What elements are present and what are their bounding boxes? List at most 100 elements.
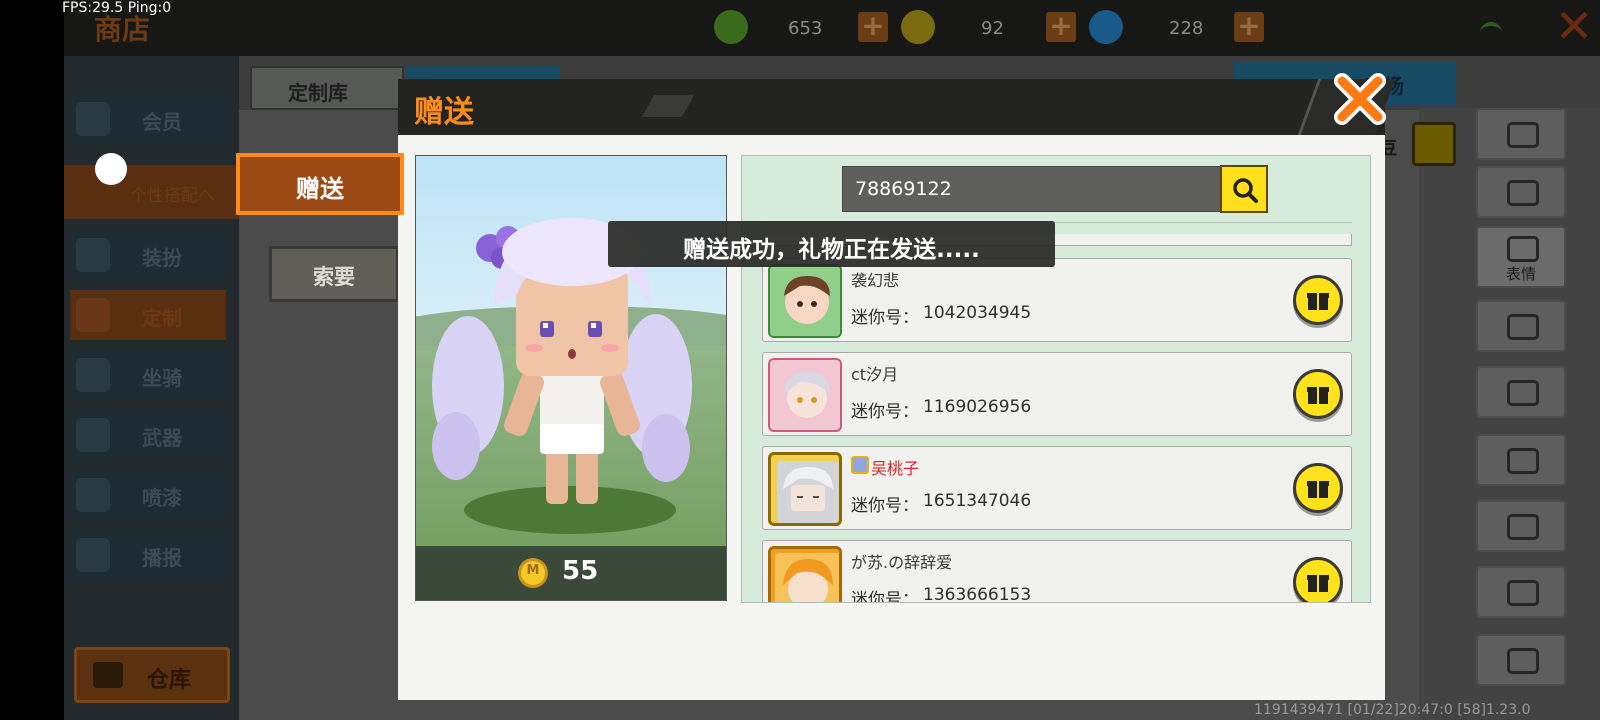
- vip-badge-icon: [851, 456, 869, 474]
- tab-custom-library[interactable]: 定制库: [250, 66, 404, 110]
- costume-icon: [76, 238, 110, 272]
- gloves-icon: [1507, 448, 1539, 474]
- top-bar: 商店 653 + 92 + 228 + ✕: [64, 0, 1600, 56]
- avatar-image: [775, 553, 839, 602]
- sidebar-item-label: 装扮: [142, 246, 182, 270]
- friend-id-label: 迷你号：: [851, 590, 919, 603]
- header-decoration: [641, 95, 695, 117]
- sidebar-item-weapon[interactable]: 武器: [70, 410, 226, 460]
- tab-gift[interactable]: 赠送: [236, 153, 404, 215]
- category-shoes[interactable]: [1476, 566, 1566, 618]
- search-icon: [1233, 178, 1258, 203]
- dialog-header: 赠送: [398, 79, 1396, 135]
- sidebar-item-custom[interactable]: 定制: [70, 290, 226, 340]
- vip-icon: [76, 102, 110, 136]
- shirt-icon: [1507, 380, 1539, 406]
- bean-search-button[interactable]: [1412, 122, 1456, 166]
- sidebar-item-outfit[interactable]: 个性搭配へ: [64, 165, 239, 219]
- add-currency-button[interactable]: +: [1234, 12, 1264, 42]
- item-price: 55: [562, 556, 599, 586]
- send-gift-button[interactable]: [1293, 369, 1343, 419]
- friend-name: 吴桃子: [871, 459, 920, 478]
- avatar-image: [770, 266, 840, 336]
- friend-id-label: 迷你号：: [851, 308, 919, 328]
- sidebar-item-spray[interactable]: 喷漆: [70, 470, 226, 520]
- backpack-icon: [1507, 648, 1539, 674]
- mask-icon: [1507, 314, 1539, 340]
- sidebar-item-label: 喷漆: [142, 486, 182, 510]
- broadcast-icon: [76, 538, 110, 572]
- warehouse-button[interactable]: 仓库: [74, 647, 230, 703]
- toast-message: 赠送成功，礼物正在发送.....: [683, 237, 980, 263]
- wifi-icon: [1480, 22, 1502, 40]
- sidebar-item-label: 坐骑: [142, 366, 182, 390]
- send-gift-button[interactable]: [1293, 463, 1343, 513]
- dialog-close-button[interactable]: [1332, 71, 1388, 127]
- sidebar-item-costume[interactable]: 装扮: [70, 230, 226, 280]
- hair-icon: [1507, 122, 1539, 148]
- friend-avatar: [768, 264, 842, 338]
- gift-icon: [1307, 387, 1329, 404]
- currency-value: 228: [1169, 18, 1204, 39]
- friend-id: 1169026956: [923, 397, 1032, 417]
- custom-icon: [76, 298, 110, 332]
- tab-label: 定制库: [288, 81, 348, 105]
- send-gift-button[interactable]: [1293, 275, 1343, 325]
- search-button[interactable]: [1220, 165, 1268, 213]
- weapon-icon: [76, 418, 110, 452]
- success-toast: 赠送成功，礼物正在发送.....: [608, 221, 1055, 267]
- price-bar: 55: [416, 546, 726, 600]
- category-shirt[interactable]: [1476, 366, 1566, 418]
- mini-coin-icon: [518, 558, 548, 588]
- friend-avatar: [768, 358, 842, 432]
- avatar-image: [770, 360, 840, 430]
- friend-row[interactable]: ct汐月 迷你号： 1169026956: [762, 352, 1352, 436]
- friend-id: 1042034945: [923, 303, 1032, 323]
- avatar-image: [777, 461, 839, 523]
- friend-avatar: [768, 452, 842, 526]
- shop-close-button[interactable]: ✕: [1554, 3, 1594, 49]
- expression-icon: [1507, 236, 1539, 262]
- tab-gift-label: 赠送: [296, 175, 344, 203]
- friend-row[interactable]: 吴桃子 迷你号： 1651347046: [762, 446, 1352, 530]
- sidebar-item-broadcast[interactable]: 播报: [70, 530, 226, 580]
- blue-star-icon: [1089, 10, 1123, 44]
- category-expression[interactable]: 表情: [1476, 226, 1566, 288]
- gift-dialog: 赠送 M 55 78869122 袭幻悲 迷你号： 1042034945 ct汐…: [398, 73, 1396, 700]
- category-pants[interactable]: [1476, 500, 1566, 552]
- warehouse-icon: [93, 662, 123, 688]
- sidebar-item-label: 会员: [142, 110, 182, 134]
- tab-ask[interactable]: 索要: [269, 246, 399, 302]
- sidebar-item-vip[interactable]: 会员: [70, 94, 226, 144]
- category-face[interactable]: [1476, 166, 1566, 218]
- gift-icon: [1307, 481, 1329, 498]
- friend-id-label: 迷你号：: [851, 496, 919, 516]
- green-bean-icon: [714, 10, 748, 44]
- category-mask[interactable]: [1476, 300, 1566, 352]
- friend-id: 1651347046: [923, 491, 1032, 511]
- search-field[interactable]: [842, 166, 1224, 212]
- send-gift-button[interactable]: [1293, 557, 1343, 602]
- touch-cursor: [95, 153, 127, 185]
- friend-name: が苏.の辞辞爱: [851, 553, 953, 572]
- mount-icon: [76, 358, 110, 392]
- friend-id: 1363666153: [923, 585, 1032, 603]
- add-currency-button[interactable]: +: [858, 12, 888, 42]
- search-input[interactable]: [855, 175, 1205, 203]
- sidebar-item-label: 武器: [142, 426, 182, 450]
- sidebar-item-label: 播报: [142, 546, 182, 570]
- spray-icon: [76, 478, 110, 512]
- friend-name: 袭幻悲: [851, 271, 900, 290]
- footer-build-info: 1191439471 [01/22]20:47:0 [58]1.23.0: [1254, 702, 1531, 718]
- friend-row[interactable]: が苏.の辞辞爱 迷你号： 1363666153: [762, 540, 1352, 603]
- category-hair[interactable]: [1476, 108, 1566, 160]
- category-backpack[interactable]: [1476, 634, 1566, 686]
- sidebar-item-mount[interactable]: 坐骑: [70, 350, 226, 400]
- friend-row[interactable]: 袭幻悲 迷你号： 1042034945: [762, 258, 1352, 342]
- friend-id-label: 迷你号：: [851, 402, 919, 422]
- category-gloves[interactable]: [1476, 434, 1566, 486]
- sidebar-item-label: 个性搭配へ: [130, 186, 215, 206]
- friend-name: ct汐月: [851, 365, 899, 384]
- add-currency-button[interactable]: +: [1046, 12, 1076, 42]
- mini-coin-icon: [901, 10, 935, 44]
